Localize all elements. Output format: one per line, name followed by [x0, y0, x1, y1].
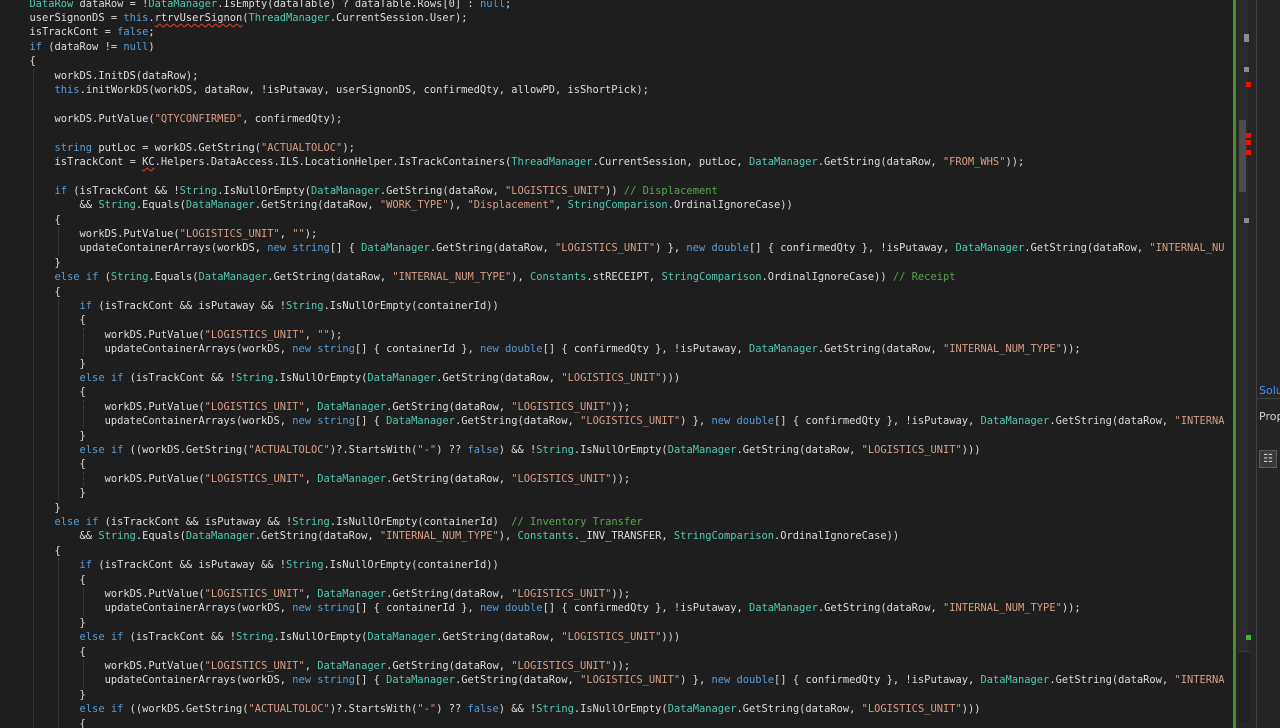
code-line[interactable]: }: [30, 256, 61, 270]
code-line[interactable]: }: [30, 501, 61, 515]
code-line[interactable]: updateContainerArrays(workDS, new string…: [30, 342, 1081, 356]
side-panel: Solu Prop ☷: [1256, 0, 1280, 728]
scrollbar-marker[interactable]: [1246, 82, 1251, 87]
indent-guide: [57, 298, 59, 501]
code-line[interactable]: && String.Equals(DataManager.GetString(d…: [30, 198, 793, 212]
scrollbar-marker[interactable]: [1246, 140, 1251, 145]
code-line[interactable]: isTrackCont = KC.Helpers.DataAccess.ILS.…: [30, 155, 1025, 169]
indent-guide: [82, 471, 84, 487]
code-line[interactable]: workDS.PutValue("LOGISTICS_UNIT", DataMa…: [30, 587, 631, 601]
code-line[interactable]: userSignonDS = this.rtrvUserSignon(Threa…: [30, 11, 468, 25]
code-line[interactable]: isTrackCont = false;: [30, 25, 155, 39]
property-pages-icon[interactable]: ☷: [1259, 450, 1277, 468]
code-line[interactable]: && String.Equals(DataManager.GetString(d…: [30, 529, 900, 543]
code-line[interactable]: workDS.PutValue("LOGISTICS_UNIT", "");: [30, 328, 343, 342]
code-line[interactable]: else if ((workDS.GetString("ACTUALTOLOC"…: [30, 443, 981, 457]
indent-guide: [82, 327, 84, 357]
scrollbar-marker[interactable]: [1244, 67, 1249, 72]
code-line[interactable]: workDS.PutValue("LOGISTICS_UNIT", DataMa…: [30, 400, 631, 414]
code-line[interactable]: workDS.InitDS(dataRow);: [30, 69, 199, 83]
panel-divider: [1257, 398, 1280, 399]
code-line[interactable]: {: [30, 54, 36, 68]
code-line[interactable]: workDS.PutValue("LOGISTICS_UNIT", DataMa…: [30, 659, 631, 673]
scrollbar-resize-grip[interactable]: [1238, 651, 1250, 722]
properties-tab[interactable]: Prop: [1259, 410, 1280, 423]
code-editor[interactable]: DataRow dataRow = !DataManager.IsEmpty(d…: [0, 0, 1236, 728]
code-line[interactable]: {: [30, 544, 61, 558]
vertical-scrollbar[interactable]: [1238, 0, 1248, 652]
code-line[interactable]: {: [30, 285, 61, 299]
scrollbar-marker[interactable]: [1246, 133, 1251, 138]
code-line[interactable]: {: [30, 213, 61, 227]
code-line[interactable]: updateContainerArrays(workDS, new string…: [30, 241, 1225, 255]
indent-guide: [82, 399, 84, 429]
code-line[interactable]: else if (isTrackCont && !String.IsNullOr…: [30, 630, 681, 644]
scrollbar-marker[interactable]: [1246, 150, 1251, 155]
indent-guide: [32, 68, 34, 728]
code-line[interactable]: this.initWorkDS(workDS, dataRow, !isPuta…: [30, 83, 649, 97]
code-line[interactable]: updateContainerArrays(workDS, new string…: [30, 414, 1225, 428]
indent-guide: [82, 658, 84, 688]
code-line[interactable]: workDS.PutValue("LOGISTICS_UNIT", DataMa…: [30, 472, 631, 486]
code-line[interactable]: updateContainerArrays(workDS, new string…: [30, 673, 1225, 687]
code-line[interactable]: string putLoc = workDS.GetString("ACTUAL…: [30, 141, 355, 155]
code-line[interactable]: DataRow dataRow = !DataManager.IsEmpty(d…: [30, 0, 512, 11]
solution-explorer-tab[interactable]: Solu: [1259, 384, 1280, 397]
code-line[interactable]: else if (isTrackCont && !String.IsNullOr…: [30, 371, 681, 385]
indent-guide: [57, 558, 59, 728]
code-line[interactable]: else if (isTrackCont && isPutaway && !St…: [30, 515, 643, 529]
code-line[interactable]: if (isTrackCont && !String.IsNullOrEmpty…: [30, 184, 718, 198]
code-line[interactable]: if (isTrackCont && isPutaway && !String.…: [30, 299, 499, 313]
code-line[interactable]: if (dataRow != null): [30, 40, 155, 54]
code-line[interactable]: else if ((workDS.GetString("ACTUALTOLOC"…: [30, 702, 981, 716]
code-line[interactable]: if (isTrackCont && isPutaway && !String.…: [30, 558, 499, 572]
indent-guide: [82, 586, 84, 616]
indent-guide: [57, 226, 59, 256]
scrollbar-marker[interactable]: [1244, 37, 1249, 42]
code-line[interactable]: updateContainerArrays(workDS, new string…: [30, 601, 1081, 615]
code-line[interactable]: else if (String.Equals(DataManager.GetSt…: [30, 270, 956, 284]
scrollbar-thumb[interactable]: [1239, 120, 1246, 192]
code-line[interactable]: workDS.PutValue("LOGISTICS_UNIT", "");: [30, 227, 318, 241]
code-line[interactable]: workDS.PutValue("QTYCONFIRMED", confirme…: [30, 112, 343, 126]
scrollbar-marker[interactable]: [1246, 635, 1251, 640]
scrollbar-marker[interactable]: [1244, 218, 1249, 223]
